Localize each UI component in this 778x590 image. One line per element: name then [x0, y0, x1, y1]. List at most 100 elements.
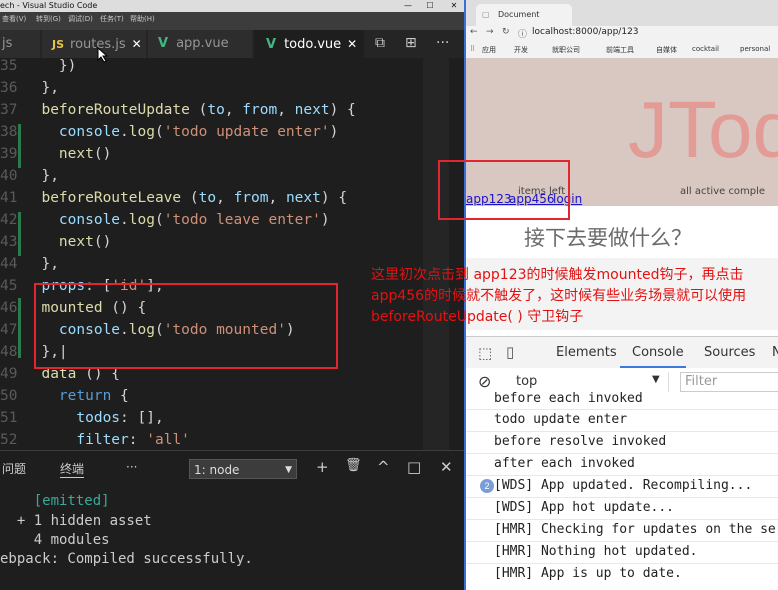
line-number: 47: [0, 322, 18, 338]
clear-console-icon[interactable]: ⊘: [478, 372, 491, 391]
line-number: 46: [0, 300, 18, 316]
chevron-down-icon: ▼: [652, 374, 660, 385]
bookmark-company[interactable]: 就职公司: [552, 45, 580, 55]
tab-todo-vue[interactable]: Vtodo.vue ✕: [254, 30, 364, 58]
device-toolbar-icon[interactable]: ▯: [506, 343, 514, 361]
terminal-line: + 1 hidden asset: [0, 513, 152, 529]
code-line: next(): [58, 146, 112, 162]
console-message: after each invoked: [494, 456, 635, 471]
git-change-marker: [18, 298, 21, 358]
close-tab-icon[interactable]: ✕: [347, 37, 357, 51]
reload-icon[interactable]: ↻: [502, 27, 510, 37]
bookmark-media[interactable]: 自媒体: [656, 45, 677, 55]
menu-debug[interactable]: 调试(D): [68, 14, 93, 24]
apps-icon[interactable]: ⠿: [470, 45, 475, 53]
line-number: 41: [0, 190, 18, 206]
tab-terminal[interactable]: 终端: [60, 460, 85, 478]
bookmark-cocktail[interactable]: cocktail: [692, 45, 719, 53]
split-editor-icon[interactable]: ⊞: [405, 35, 417, 51]
bookmark-apps[interactable]: 应用: [482, 45, 496, 55]
line-number: 40: [0, 168, 18, 184]
menu-view[interactable]: 查看(V): [2, 14, 26, 24]
chevron-down-icon: ▼: [285, 465, 292, 475]
line-number: 36: [0, 80, 18, 96]
forward-icon[interactable]: →: [486, 27, 494, 37]
tab-elements[interactable]: Elements: [556, 345, 617, 360]
tab-routes-js[interactable]: JS routes.js ✕: [42, 30, 146, 58]
minimize-button[interactable]: —: [398, 0, 418, 12]
line-number: 45: [0, 278, 18, 294]
code-editor[interactable]: 35 36 37 38 39 40 41 42 43 44 45 46 47 4…: [0, 58, 464, 450]
open-changes-icon[interactable]: ⧉: [375, 35, 385, 51]
code-line: },: [24, 168, 59, 184]
code-line: console.log('todo update enter'): [58, 124, 339, 140]
menu-goto[interactable]: 转到(G): [36, 14, 61, 24]
code-line: todos: [],: [76, 410, 164, 426]
more-icon[interactable]: ···: [126, 460, 137, 474]
tab-sources[interactable]: Sources: [704, 345, 755, 360]
address-bar: ← → ↻ ⓘ localhost:8000/app/123: [466, 26, 778, 42]
line-number: 42: [0, 212, 18, 228]
code-line: beforeRouteLeave (to, from, next) {: [41, 190, 348, 206]
terminal-select[interactable]: 1: node ▼: [189, 459, 297, 479]
menu-tasks[interactable]: 任务(T): [100, 14, 124, 24]
browser-tab[interactable]: ▢ Document: [476, 4, 572, 26]
tab-problems[interactable]: 问题: [2, 460, 26, 477]
url-input[interactable]: localhost:8000/app/123: [532, 27, 639, 37]
filter-placeholder: Filter: [685, 374, 718, 389]
console-message: [WDS] App updated. Recompiling...: [494, 478, 753, 493]
menu-bar: 查看(V) 转到(G) 调试(D) 任务(T) 帮助(H): [0, 12, 464, 30]
more-actions-icon[interactable]: ···: [436, 35, 449, 51]
tab-label: todo.vue: [284, 37, 342, 52]
console-message: before resolve invoked: [494, 434, 667, 449]
tab-network[interactable]: N: [772, 345, 778, 360]
code-line: filter: 'all': [76, 432, 190, 448]
close-tab-icon[interactable]: ✕: [132, 37, 142, 51]
console-filter-input[interactable]: Filter: [680, 372, 778, 392]
code-line: beforeRouteUpdate (to, from, next) {: [41, 102, 356, 118]
mouse-cursor-icon: [97, 47, 109, 63]
close-panel-icon[interactable]: ✕: [440, 458, 453, 476]
js-file-icon: JS: [52, 38, 65, 51]
maximize-button[interactable]: ☐: [420, 0, 440, 12]
console-message: [HMR] Nothing hot updated.: [494, 544, 698, 559]
trash-icon[interactable]: 🗑: [345, 458, 362, 473]
line-number: 39: [0, 146, 18, 162]
menu-help[interactable]: 帮助(H): [130, 14, 155, 24]
todo-input-placeholder: 接下去要做什么？: [524, 226, 692, 250]
tab-label: js: [2, 36, 13, 51]
minimap[interactable]: [423, 58, 449, 450]
panel-layout-icon[interactable]: □: [407, 458, 421, 476]
console-message: [WDS] App hot update...: [494, 500, 675, 515]
line-number: 52: [0, 432, 18, 448]
close-window-button[interactable]: ✕: [444, 0, 464, 12]
inspect-icon[interactable]: ⬚: [478, 344, 492, 362]
maximize-panel-icon[interactable]: ^: [377, 458, 390, 476]
console-message: [HMR] Checking for updates on the serv: [494, 522, 778, 537]
filter-tabs[interactable]: all active comple: [680, 186, 765, 197]
vue-file-icon: V: [266, 37, 277, 52]
bookmark-dev[interactable]: 开发: [514, 45, 528, 55]
line-number: 43: [0, 234, 18, 250]
repeat-count-badge: 2: [480, 479, 494, 493]
back-icon[interactable]: ←: [470, 27, 478, 37]
terminal-line: [emitted]: [0, 493, 110, 509]
tab-app-vue[interactable]: Vapp.vue: [148, 30, 252, 58]
bookmark-tools[interactable]: 前端工具: [606, 45, 634, 55]
code-line: },: [24, 80, 59, 96]
code-line: console.log('todo leave enter'): [58, 212, 330, 228]
new-terminal-icon[interactable]: +: [316, 458, 329, 476]
annotation-note: 这里初次点击到 app123的时候触发mounted钩子，再点击app456的时…: [371, 267, 747, 325]
line-number: 37: [0, 102, 18, 118]
code-line: }): [24, 58, 77, 74]
terminal-line: ebpack: Compiled successfully.: [0, 551, 253, 567]
context-select[interactable]: top ▼: [508, 372, 669, 392]
info-icon[interactable]: ⓘ: [518, 27, 527, 40]
line-number: 35: [0, 58, 18, 74]
tab-console[interactable]: Console: [632, 345, 684, 360]
bookmark-personal[interactable]: personal: [740, 45, 770, 53]
code-line: next(): [58, 234, 112, 250]
tab-js[interactable]: js: [0, 30, 40, 58]
panel-header: 问题 终端 ··· 1: node ▼ + 🗑 ^ □ ✕: [0, 451, 464, 485]
editor-scrollbar[interactable]: [449, 58, 464, 450]
